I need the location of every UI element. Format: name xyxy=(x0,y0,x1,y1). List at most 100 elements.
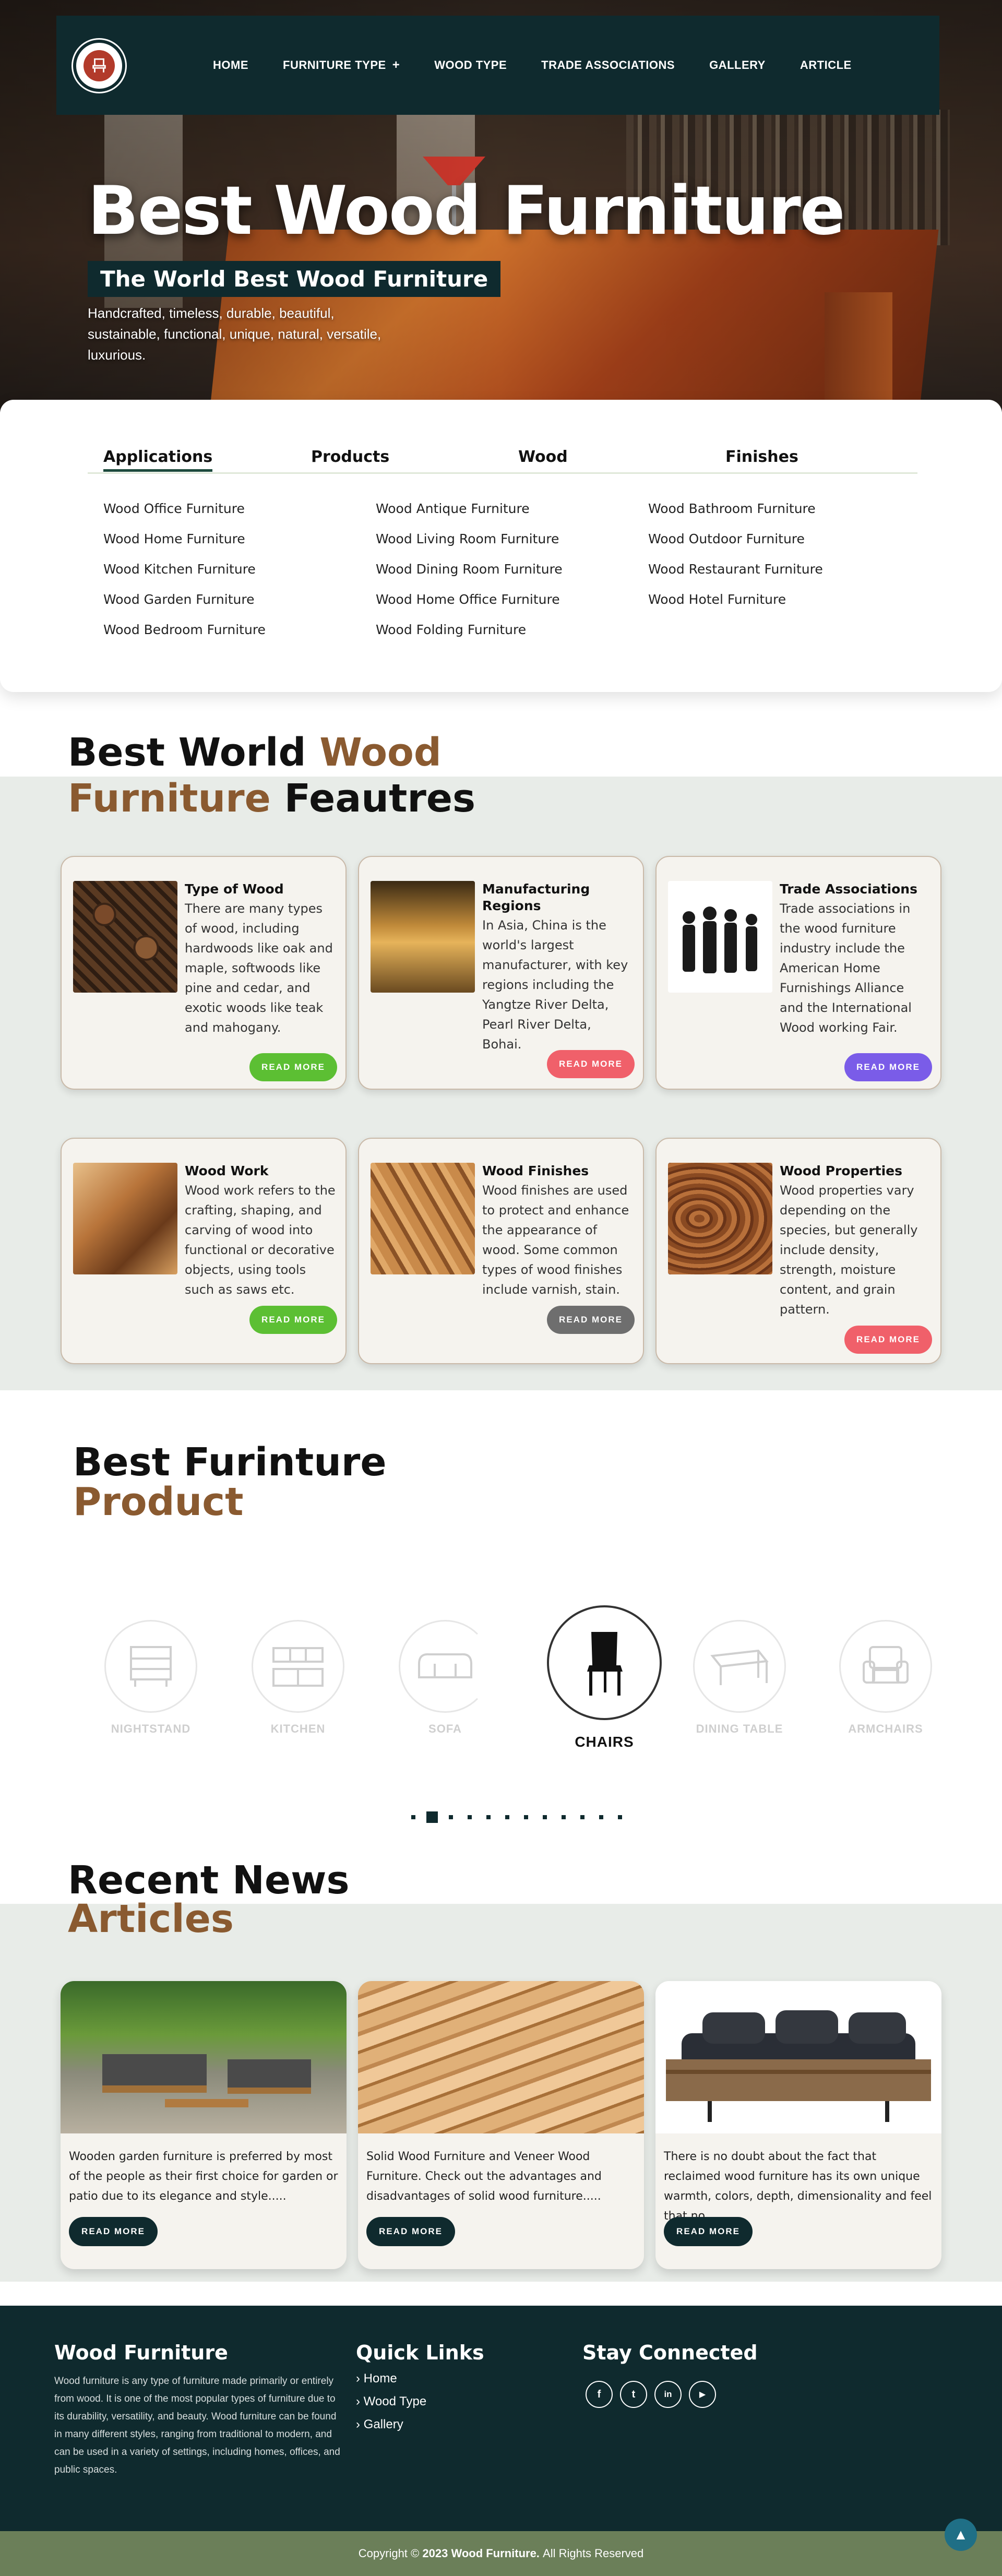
chevron-right-icon: › xyxy=(356,2417,360,2431)
footer-link-home[interactable]: › Home xyxy=(356,2371,397,2386)
category-column: Wood Bathroom Furniture Wood Outdoor Fur… xyxy=(648,494,823,615)
pagination-dot[interactable] xyxy=(486,1815,491,1819)
title-part: Best World xyxy=(68,730,306,775)
category-link[interactable]: Wood Bedroom Furniture xyxy=(103,615,266,645)
nav-item-home[interactable]: HOME xyxy=(213,58,248,72)
feature-description: Trade associations in the wood furniture… xyxy=(780,901,912,1035)
category-link[interactable]: Wood Living Room Furniture xyxy=(376,524,563,554)
read-more-button[interactable]: READ MORE xyxy=(547,1050,635,1078)
read-more-button[interactable]: READ MORE xyxy=(69,2217,158,2246)
hero-subtitle-badge: The World Best Wood Furniture xyxy=(88,261,501,297)
category-link[interactable]: Wood Folding Furniture xyxy=(376,615,563,645)
feature-card-type-of-wood: Type of Wood There are many types of woo… xyxy=(61,856,347,1090)
footer-about-title: Wood Furniture xyxy=(54,2341,228,2364)
facebook-icon[interactable]: f xyxy=(586,2381,613,2408)
read-more-button[interactable]: READ MORE xyxy=(844,1053,932,1081)
site-logo[interactable] xyxy=(73,40,125,92)
footer-link-gallery[interactable]: › Gallery xyxy=(356,2417,403,2432)
linkedin-icon[interactable]: in xyxy=(654,2381,682,2408)
category-link[interactable]: Wood Hotel Furniture xyxy=(648,585,823,615)
news-excerpt: Solid Wood Furniture and Veneer Wood Fur… xyxy=(366,2150,602,2203)
footer-link-wood-type[interactable]: › Wood Type xyxy=(356,2394,426,2409)
pagination-dot[interactable] xyxy=(505,1815,509,1819)
back-to-top-button[interactable]: ▲ xyxy=(945,2519,977,2551)
product-kitchen[interactable] xyxy=(252,1620,344,1713)
tab-products[interactable]: Products xyxy=(311,448,389,466)
factory-image xyxy=(371,881,475,993)
nightstand-icon xyxy=(130,1646,172,1687)
news-card: Solid Wood Furniture and Veneer Wood Fur… xyxy=(358,1981,644,2269)
nav-item-wood-type[interactable]: WOOD TYPE xyxy=(434,58,507,72)
nav-item-article[interactable]: ARTICLE xyxy=(800,58,852,72)
copyright-brand[interactable]: Wood Furniture. xyxy=(451,2547,539,2560)
feature-title: Trade Associations xyxy=(780,881,917,897)
category-link[interactable]: Wood Restaurant Furniture xyxy=(648,554,823,585)
pagination-dot[interactable] xyxy=(599,1815,603,1819)
product-label: KITCHEN xyxy=(270,1722,326,1735)
feature-description: Wood properties vary depending on the sp… xyxy=(780,1183,918,1317)
category-link[interactable]: Wood Bathroom Furniture xyxy=(648,494,823,524)
features-section-title: Best World Wood Furniture Feautres xyxy=(68,730,475,821)
news-card: There is no doubt about the fact that re… xyxy=(655,1981,941,2269)
twitter-icon[interactable]: t xyxy=(620,2381,647,2408)
product-label: CHAIRS xyxy=(575,1734,634,1750)
category-column: Wood Antique Furniture Wood Living Room … xyxy=(376,494,563,645)
pagination-dot[interactable] xyxy=(449,1815,453,1819)
copyright-prefix: Copyright © xyxy=(358,2547,420,2560)
pagination-dot[interactable] xyxy=(562,1815,566,1819)
feature-card-trade-associations: Trade Associations Trade associations in… xyxy=(655,856,941,1090)
pagination-dot[interactable] xyxy=(411,1815,415,1819)
read-more-button[interactable]: READ MORE xyxy=(249,1306,337,1334)
pagination-dot[interactable] xyxy=(543,1815,547,1819)
news-card: Wooden garden furniture is preferred by … xyxy=(61,1981,347,2269)
pagination-dot[interactable] xyxy=(580,1815,584,1819)
feature-title: Wood Work xyxy=(185,1163,269,1178)
nav-item-label: FURNITURE TYPE xyxy=(283,58,386,71)
category-tabs: Applications Products Wood Finishes xyxy=(88,448,917,474)
tab-wood[interactable]: Wood xyxy=(518,448,568,466)
product-sofa[interactable] xyxy=(399,1620,492,1713)
nav-item-trade-associations[interactable]: TRADE ASSOCIATIONS xyxy=(541,58,675,72)
copyright-bar: Copyright © 2023 Wood Furniture. All Rig… xyxy=(0,2531,1002,2576)
nav-menu: HOME FURNITURE TYPE + WOOD TYPE TRADE ASS… xyxy=(213,16,852,115)
category-card: Applications Products Wood Finishes Wood… xyxy=(0,400,1002,692)
hero-description: Handcrafted, timeless, durable, beautifu… xyxy=(88,305,381,363)
read-more-button[interactable]: READ MORE xyxy=(664,2217,753,2246)
feature-card-wood-properties: Wood Properties Wood properties vary dep… xyxy=(655,1138,941,1364)
product-armchairs[interactable] xyxy=(839,1620,932,1713)
read-more-button[interactable]: READ MORE xyxy=(366,2217,455,2246)
chevron-right-icon: › xyxy=(356,2394,360,2408)
tab-finishes[interactable]: Finishes xyxy=(725,448,798,466)
nav-item-furniture-type[interactable]: FURNITURE TYPE + xyxy=(283,58,400,73)
product-dining-table[interactable] xyxy=(693,1620,786,1713)
pagination-dot[interactable] xyxy=(426,1811,438,1823)
nav-item-gallery[interactable]: GALLERY xyxy=(709,58,766,72)
product-chairs[interactable] xyxy=(547,1605,662,1720)
category-link[interactable]: Wood Office Furniture xyxy=(103,494,266,524)
read-more-button[interactable]: READ MORE xyxy=(844,1326,932,1354)
youtube-icon[interactable]: ▶ xyxy=(689,2381,716,2408)
category-link[interactable]: Wood Garden Furniture xyxy=(103,585,266,615)
category-link[interactable]: Wood Home Furniture xyxy=(103,524,266,554)
feature-title: Manufacturing Regions xyxy=(482,881,590,913)
wood-finish-image xyxy=(371,1163,475,1274)
category-link[interactable]: Wood Dining Room Furniture xyxy=(376,554,563,585)
title-part: Best Furinture xyxy=(73,1440,387,1485)
read-more-button[interactable]: READ MORE xyxy=(547,1306,635,1334)
pagination-dot[interactable] xyxy=(524,1815,528,1819)
category-link[interactable]: Wood Outdoor Furniture xyxy=(648,524,823,554)
feature-description: In Asia, China is the world's largest ma… xyxy=(482,918,628,1052)
pagination-dot[interactable] xyxy=(468,1815,472,1819)
tab-applications[interactable]: Applications xyxy=(103,448,213,472)
read-more-button[interactable]: READ MORE xyxy=(249,1053,337,1081)
product-nightstand[interactable] xyxy=(104,1620,197,1713)
category-link[interactable]: Wood Home Office Furniture xyxy=(376,585,563,615)
product-label: NIGHTSTAND xyxy=(111,1722,191,1735)
copyright-year: 2023 xyxy=(422,2547,448,2560)
pagination-dot[interactable] xyxy=(618,1815,622,1819)
category-link[interactable]: Wood Kitchen Furniture xyxy=(103,554,266,585)
footer-social-title: Stay Connected xyxy=(582,2341,758,2364)
category-link[interactable]: Wood Antique Furniture xyxy=(376,494,563,524)
feature-card-wood-finishes: Wood Finishes Wood finishes are used to … xyxy=(358,1138,644,1364)
title-accent: Product xyxy=(73,1480,244,1524)
